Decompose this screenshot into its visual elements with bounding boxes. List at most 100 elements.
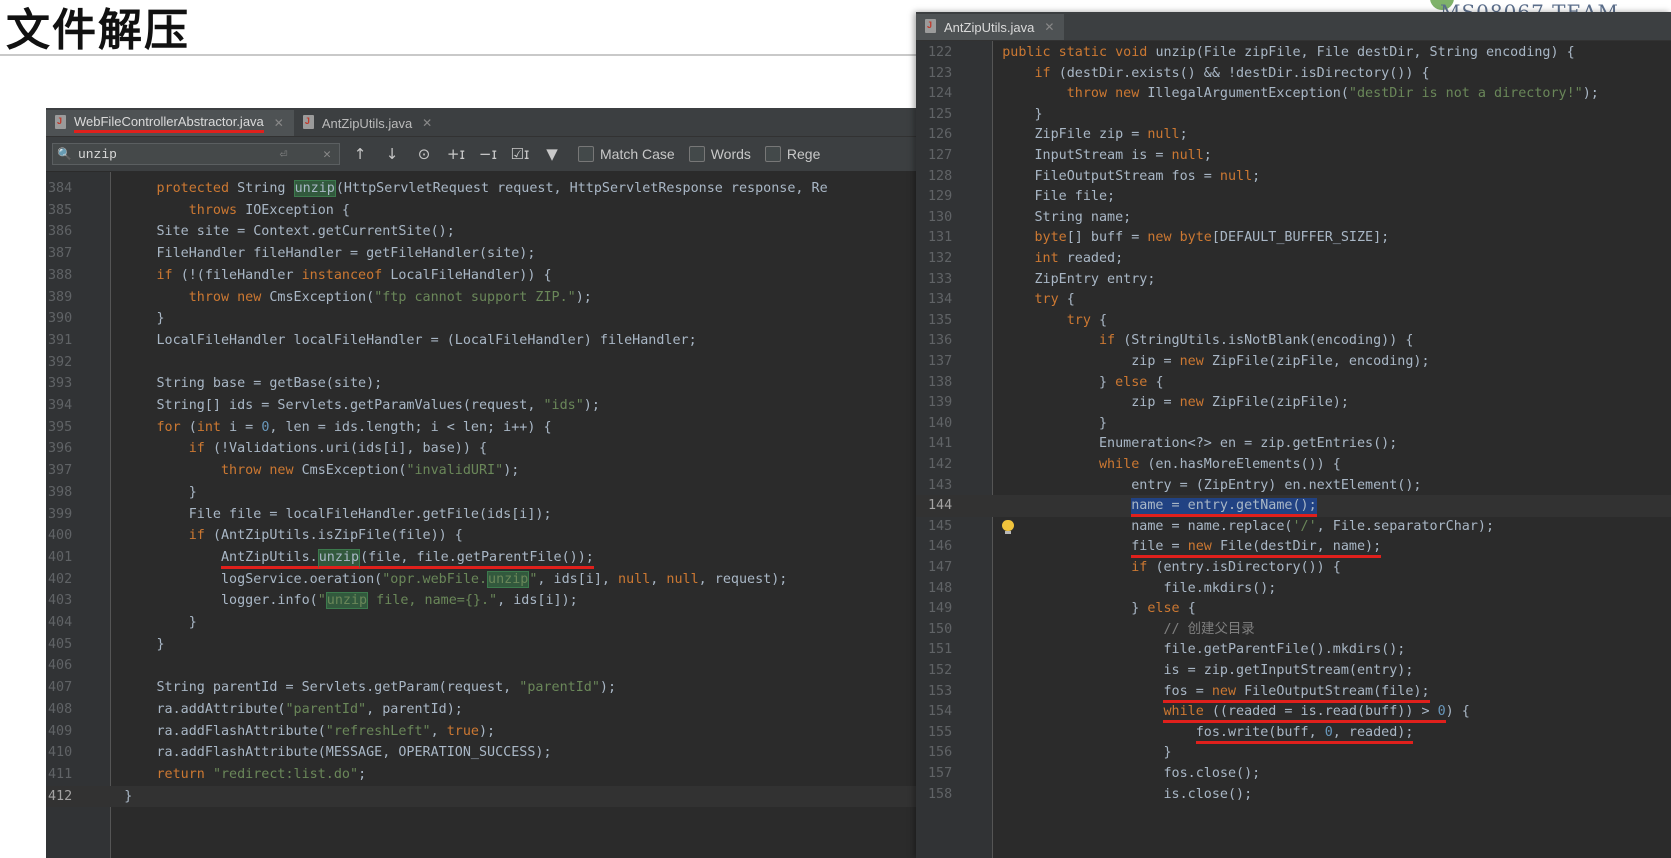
line-number: 131 bbox=[928, 230, 953, 246]
line-number: 152 bbox=[928, 663, 953, 678]
code-token: ; bbox=[358, 766, 367, 782]
clear-icon[interactable]: ✕ bbox=[319, 147, 335, 162]
regex-label: Rege bbox=[786, 146, 821, 162]
code-token: if bbox=[1034, 65, 1059, 81]
match-case-checkbox[interactable]: Match Case bbox=[578, 146, 675, 162]
line-number: 141 bbox=[928, 436, 953, 452]
code-line: 131 byte[] buff = new byte[DEFAULT_BUFFE… bbox=[916, 227, 1671, 249]
search-input[interactable] bbox=[77, 146, 248, 162]
code-line: 402 logService.oeration("opr.webFile.unz… bbox=[46, 569, 922, 591]
line-number: 408 bbox=[48, 701, 73, 717]
line-number: 386 bbox=[48, 224, 73, 240]
code-text: logService.oeration("opr.webFile.unzip",… bbox=[92, 569, 787, 591]
close-icon[interactable]: ✕ bbox=[422, 116, 432, 130]
code-line: 145 name = name.replace('/', File.separa… bbox=[916, 516, 1671, 538]
slide-title: 文件解压 bbox=[6, 5, 190, 56]
line-number: 151 bbox=[928, 642, 953, 658]
code-line: 393 String base = getBase(site); bbox=[46, 373, 922, 395]
code-token: ZipFile zip = bbox=[970, 127, 1148, 143]
line-number: 145 bbox=[928, 518, 953, 534]
code-token: i = bbox=[229, 419, 262, 435]
search-icon[interactable]: 🔍 bbox=[57, 147, 72, 162]
tab-antziputils-right[interactable]: AntZipUtils.java ✕ bbox=[916, 14, 1065, 40]
code-text: public static void unzip(File zipFile, F… bbox=[970, 42, 1574, 64]
code-line: 386 Site site = Context.getCurrentSite()… bbox=[46, 221, 922, 243]
select-all-occurrences-icon[interactable]: ☑ɪ bbox=[508, 145, 532, 163]
code-token: 0 bbox=[1437, 704, 1446, 724]
code-token: , readed); bbox=[1332, 724, 1414, 744]
tab-label: AntZipUtils.java bbox=[321, 115, 413, 131]
words-checkbox[interactable]: Words bbox=[688, 146, 751, 162]
find-all-icon[interactable]: ⊙ bbox=[412, 145, 436, 163]
code-line: 411 return "redirect:list.do"; bbox=[46, 764, 922, 786]
line-number: 158 bbox=[928, 786, 953, 802]
code-token: (!Validations.uri(ids[i], base)) { bbox=[212, 441, 488, 457]
code-token: readed; bbox=[1066, 251, 1124, 266]
line-number: 156 bbox=[928, 745, 953, 761]
code-line: 127 InputStream is = null; bbox=[916, 145, 1671, 167]
code-line: 404 } bbox=[46, 612, 922, 634]
line-number: 390 bbox=[48, 311, 73, 327]
code-token: } bbox=[970, 374, 1116, 390]
line-number: 400 bbox=[48, 528, 73, 544]
code-text: ra.addAttribute("parentId", parentId); bbox=[92, 699, 462, 721]
regex-checkbox[interactable]: Rege bbox=[764, 146, 821, 162]
code-token: return bbox=[156, 766, 213, 782]
code-text: logger.info("unzip file, name={}.", ids[… bbox=[92, 590, 578, 612]
code-line: 391 LocalFileHandler localFileHandler = … bbox=[46, 330, 922, 352]
code-text: ZipEntry entry; bbox=[970, 269, 1155, 291]
tab-antziputils[interactable]: AntZipUtils.java ✕ bbox=[294, 110, 442, 136]
code-line: 147 if (entry.isDirectory()) { bbox=[916, 557, 1671, 579]
line-number: 135 bbox=[928, 312, 953, 328]
remove-selection-icon[interactable]: −ɪ bbox=[476, 145, 500, 163]
code-token: ); bbox=[503, 463, 520, 479]
code-text: throw new CmsException("ftp cannot suppo… bbox=[92, 287, 592, 309]
code-token: ); bbox=[1582, 86, 1599, 102]
code-line: 151 file.getParentFile().mkdirs(); bbox=[916, 639, 1671, 661]
code-text: if (entry.isDirectory()) { bbox=[970, 557, 1341, 579]
code-token: try bbox=[1066, 312, 1099, 328]
code-token: "refreshLeft" bbox=[325, 723, 431, 739]
code-token: if bbox=[1099, 333, 1124, 349]
code-token: '/' bbox=[1292, 518, 1317, 534]
right-code-area[interactable]: 122 public static void unzip(File zipFil… bbox=[916, 41, 1671, 858]
code-token: ) { bbox=[1445, 704, 1470, 720]
previous-occurrence-icon[interactable]: ↑ bbox=[348, 145, 372, 163]
tab-webfilecontrollerabstractor[interactable]: WebFileControllerAbstractor.java ✕ bbox=[46, 110, 294, 136]
close-icon[interactable]: ✕ bbox=[274, 116, 284, 130]
code-token: String parentId = Servlets.getParam(requ… bbox=[92, 680, 520, 696]
code-token: } bbox=[970, 601, 1148, 617]
tab-label: WebFileControllerAbstractor.java bbox=[74, 114, 264, 133]
line-number: 128 bbox=[928, 168, 953, 184]
code-token: while bbox=[1099, 457, 1148, 472]
code-token: else bbox=[1147, 601, 1188, 617]
code-token: null bbox=[1219, 168, 1253, 184]
code-line: 410 ra.addFlashAttribute(MESSAGE, OPERAT… bbox=[46, 742, 922, 764]
code-text: int readed; bbox=[970, 248, 1124, 270]
code-text: } bbox=[92, 634, 164, 656]
code-token: , bbox=[650, 571, 667, 587]
filter-icon[interactable]: ▼ bbox=[540, 145, 564, 163]
line-number: 125 bbox=[928, 106, 953, 122]
line-number: 405 bbox=[48, 636, 73, 652]
close-icon[interactable]: ✕ bbox=[1044, 20, 1054, 34]
code-text: Enumeration<?> en = zip.getEntries(); bbox=[970, 433, 1397, 455]
add-selection-icon[interactable]: +ɪ bbox=[444, 145, 468, 163]
code-token: LocalFileHandler localFileHandler = (Loc… bbox=[92, 332, 697, 348]
line-number: 409 bbox=[48, 723, 73, 739]
line-number: 149 bbox=[928, 601, 953, 617]
code-token: byte bbox=[1034, 230, 1067, 246]
code-token: IllegalArgumentException( bbox=[1147, 86, 1349, 102]
code-line: 122 public static void unzip(File zipFil… bbox=[916, 42, 1671, 64]
next-occurrence-icon[interactable]: ↓ bbox=[380, 145, 404, 163]
code-token: CmsException( bbox=[269, 289, 375, 305]
left-code-area[interactable]: 384 protected String unzip(HttpServletRe… bbox=[46, 172, 922, 858]
new-line-icon[interactable]: ⏎ bbox=[276, 147, 292, 162]
code-token: if bbox=[188, 528, 213, 544]
line-number: 395 bbox=[48, 419, 73, 435]
code-token: (destDir.exists() && !destDir.isDirector… bbox=[1058, 65, 1430, 81]
